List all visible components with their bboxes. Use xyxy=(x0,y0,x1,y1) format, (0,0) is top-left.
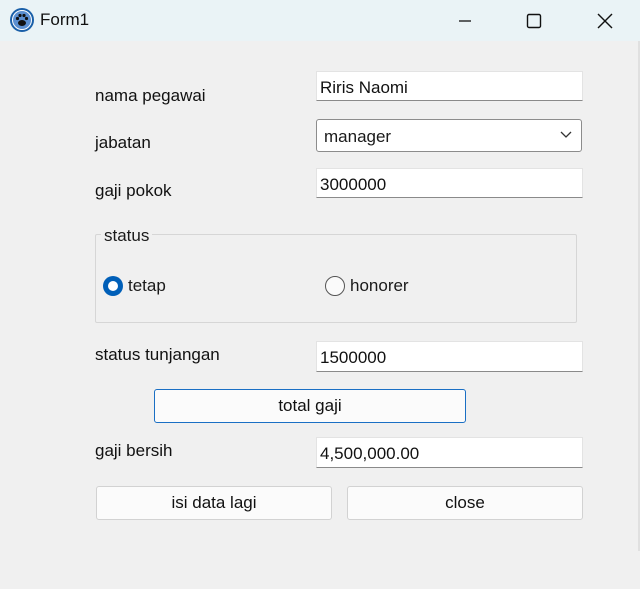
window-title: Form1 xyxy=(40,10,90,29)
gaji-bersih-output[interactable]: 4,500,000.00 xyxy=(316,437,583,468)
total-gaji-button[interactable]: total gaji xyxy=(154,389,466,423)
radio-selected-indicator xyxy=(103,276,123,296)
title-bar: Form1 xyxy=(0,0,640,41)
close-icon xyxy=(597,13,613,28)
jabatan-label: jabatan xyxy=(95,133,151,152)
radio-honorer-label: honorer xyxy=(350,276,409,295)
maximize-icon xyxy=(526,13,542,28)
status-group-title: status xyxy=(101,226,153,246)
nama-pegawai-input[interactable]: Riris Naomi xyxy=(316,71,583,101)
radio-unselected-indicator xyxy=(325,276,345,296)
gaji-bersih-label: gaji bersih xyxy=(95,441,173,460)
jabatan-selected-value: manager xyxy=(324,127,392,146)
radio-tetap[interactable]: tetap xyxy=(103,276,166,296)
minimize-icon xyxy=(459,19,471,22)
radio-honorer[interactable]: honorer xyxy=(325,276,409,296)
jabatan-dropdown[interactable]: manager xyxy=(316,119,582,152)
chevron-down-icon xyxy=(560,131,572,138)
minimize-button[interactable] xyxy=(442,0,488,41)
nama-pegawai-label: nama pegawai xyxy=(95,86,206,105)
isi-data-lagi-button[interactable]: isi data lagi xyxy=(96,486,332,520)
maximize-button[interactable] xyxy=(511,0,557,41)
status-tunjangan-input[interactable]: 1500000 xyxy=(316,341,583,372)
radio-tetap-label: tetap xyxy=(128,276,166,295)
close-button[interactable]: close xyxy=(347,486,583,520)
gaji-pokok-label: gaji pokok xyxy=(95,181,172,200)
close-window-button[interactable] xyxy=(582,0,628,41)
gaji-pokok-input[interactable]: 3000000 xyxy=(316,168,583,198)
paw-icon[interactable] xyxy=(10,8,34,32)
status-tunjangan-label: status tunjangan xyxy=(95,345,220,364)
